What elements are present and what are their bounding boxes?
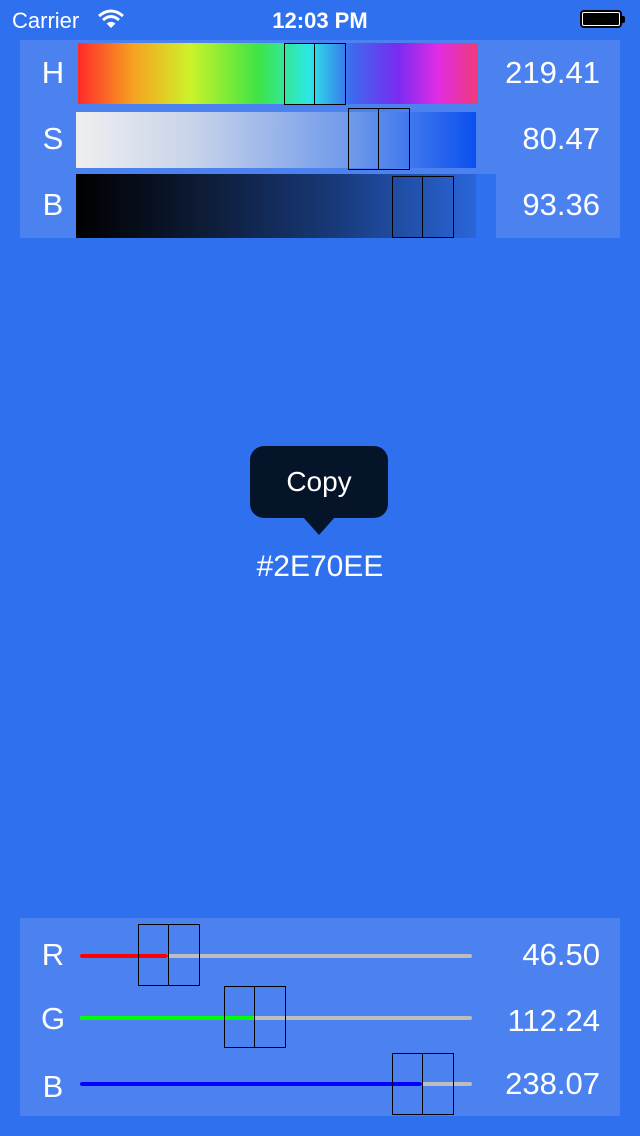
saturation-slider-thumb[interactable] xyxy=(348,108,410,170)
green-slider-thumb[interactable] xyxy=(224,986,286,1048)
status-bar: Carrier 12:03 PM xyxy=(0,0,640,40)
battery-icon xyxy=(580,10,626,30)
hsb-panel: H 219.41 S 80.47 B 93.36 xyxy=(20,40,620,238)
hex-color-value[interactable]: #2E70EE xyxy=(0,550,640,584)
hue-label: H xyxy=(41,55,65,90)
saturation-slider[interactable] xyxy=(76,112,476,168)
copy-menu[interactable]: Copy xyxy=(250,446,388,518)
green-value: 112.24 xyxy=(507,1003,600,1038)
green-label: G xyxy=(40,1001,66,1036)
brightness-slider-thumb[interactable] xyxy=(392,176,454,238)
blue-slider-thumb[interactable] xyxy=(392,1053,454,1115)
brightness-label: B xyxy=(42,187,64,222)
red-slider-thumb[interactable] xyxy=(138,924,200,986)
hue-slider[interactable] xyxy=(78,43,478,104)
hue-slider-thumb[interactable] xyxy=(284,43,346,105)
status-time: 12:03 PM xyxy=(272,8,368,33)
copy-menu-arrow xyxy=(303,517,335,535)
blue-slider-fill xyxy=(80,1082,422,1086)
hue-value: 219.41 xyxy=(505,55,600,90)
blue-value: 238.07 xyxy=(505,1066,600,1101)
blue-label: B xyxy=(42,1069,64,1104)
brightness-slider-end xyxy=(476,174,496,238)
brightness-value: 93.36 xyxy=(522,187,600,222)
red-label: R xyxy=(41,937,65,972)
rgb-panel: R 46.50 G 112.24 B 238.07 xyxy=(20,918,620,1116)
saturation-value: 80.47 xyxy=(522,121,600,156)
saturation-label: S xyxy=(42,121,64,156)
copy-button[interactable]: Copy xyxy=(250,466,388,498)
red-value: 46.50 xyxy=(522,937,600,972)
